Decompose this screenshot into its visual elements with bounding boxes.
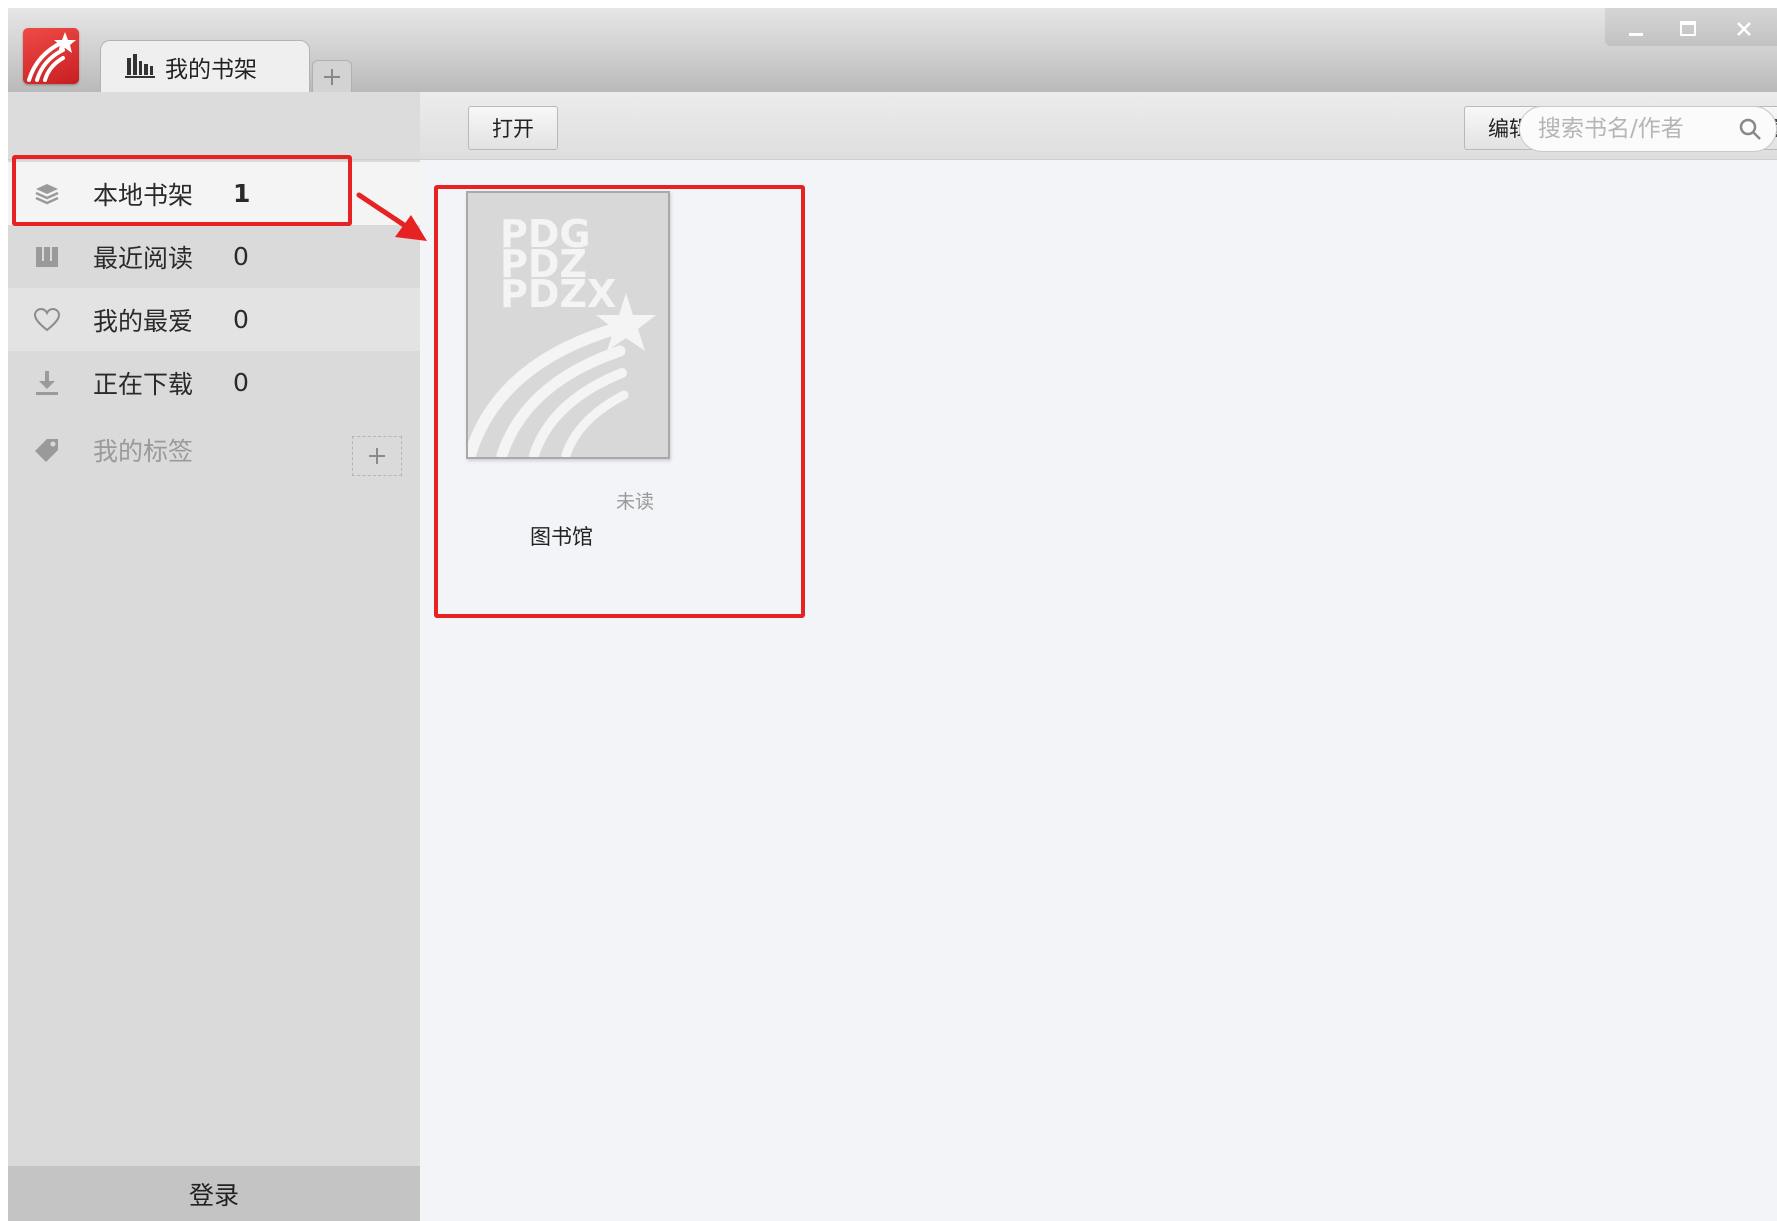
sidebar-item-count: 0 <box>233 242 249 271</box>
login-button[interactable]: 登录 <box>8 1166 420 1221</box>
maximize-button[interactable] <box>1665 14 1711 44</box>
sidebar-item-label: 我的标签 <box>93 436 194 466</box>
search-box <box>1519 106 1777 152</box>
plus-icon <box>369 448 385 464</box>
search-icon[interactable] <box>1738 117 1762 141</box>
add-tag-button[interactable] <box>352 436 402 476</box>
heart-icon <box>32 306 62 334</box>
highlight-box-sidebar <box>12 155 352 226</box>
title-bar: 我的书架 <box>8 8 1777 92</box>
toolbar: 打开 编辑 <box>420 92 1777 160</box>
window-controls <box>1605 8 1777 46</box>
minimize-icon <box>1629 33 1643 36</box>
tab-label: 我的书架 <box>165 56 257 83</box>
book-icon <box>32 243 62 271</box>
open-button[interactable]: 打开 <box>468 106 558 150</box>
login-label: 登录 <box>188 1180 239 1210</box>
close-button[interactable] <box>1721 14 1767 44</box>
sidebar-header <box>8 92 420 160</box>
sidebar-item-label: 正在下载 <box>93 369 194 399</box>
tag-icon <box>32 436 62 464</box>
sidebar-item-downloading[interactable]: 正在下载 0 <box>8 351 420 414</box>
highlight-box-book <box>434 185 805 618</box>
download-icon <box>32 369 62 397</box>
plus-icon <box>324 68 340 85</box>
bookshelf-icon <box>123 52 157 82</box>
search-input[interactable] <box>1538 116 1738 142</box>
tab-my-bookshelf[interactable]: 我的书架 <box>100 40 310 92</box>
minimize-button[interactable] <box>1613 14 1659 44</box>
sidebar: 本地书架 1 最近阅读 0 我的最爱 0 正在下载 0 我的标签 登录 <box>8 92 420 1221</box>
maximize-icon <box>1680 21 1696 36</box>
sidebar-item-label: 最近阅读 <box>93 243 194 273</box>
sidebar-item-label: 我的最爱 <box>93 306 194 336</box>
sidebar-item-favorites[interactable]: 我的最爱 0 <box>8 288 420 351</box>
annotation-arrow-icon <box>356 192 427 241</box>
app-window: 我的书架 本地书架 1 最近阅读 0 我的最爱 0 正在下载 0 我的标签 登录… <box>8 8 1777 1221</box>
app-logo-icon <box>23 28 79 84</box>
sidebar-item-count: 0 <box>233 305 249 334</box>
close-icon <box>1737 22 1751 36</box>
new-tab-button[interactable] <box>312 60 352 92</box>
sidebar-item-count: 0 <box>233 368 249 397</box>
open-button-label: 打开 <box>492 117 534 141</box>
